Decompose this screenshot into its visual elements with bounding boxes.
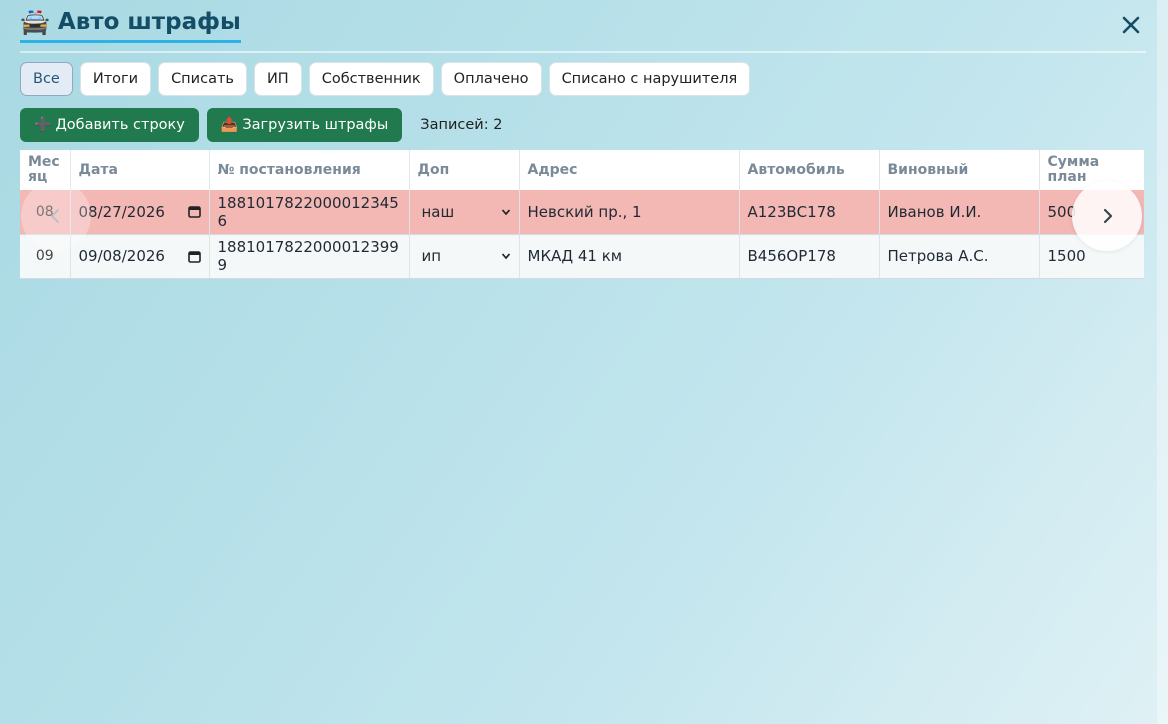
tab-totals[interactable]: Итоги [79,62,152,96]
extra-select-value: ип [421,247,442,265]
cell-date[interactable]: 09/08/2026 [70,234,210,279]
column-header-culprit[interactable]: Виновный [879,150,1040,190]
date-value: 08/27/2026 [78,202,165,221]
cell-address[interactable]: МКАД 41 км [519,234,740,279]
add-row-button[interactable]: ➕ Добавить строку [20,108,199,142]
toolbar: ➕ Добавить строку 📤 Загрузить штрафы Зап… [20,108,502,142]
resolution-number: 18810178220000123456 [217,193,399,230]
plus-icon: ➕ [34,117,52,133]
title-block: 🚔 Авто штрафы [20,8,241,43]
table-row[interactable]: 08 08/27/2026 18810178220000123456 наш Н… [20,190,1144,235]
extra-select-value: наш [421,202,455,221]
cell-number[interactable]: 18810178220000123456 [209,190,410,235]
cell-number[interactable]: 18810178220000123999 [209,234,410,279]
chevron-left-icon [51,209,59,223]
cell-car[interactable]: А123ВС178 [739,190,880,235]
tab-owner[interactable]: Собственник [308,62,434,96]
scrollbar-track[interactable] [1157,0,1168,724]
tab-all[interactable]: Все [20,62,73,96]
extra-select[interactable]: ип [418,247,511,265]
chevron-down-icon [501,209,510,216]
table-header-row: Мес яц Дата № постановления Доп Адрес Ав… [20,150,1144,190]
column-header-car[interactable]: Автомобиль [739,150,880,190]
cell-extra[interactable]: ип [409,234,520,279]
tab-written-off-violator[interactable]: Списано с нарушителя [548,62,751,96]
scroll-left-button[interactable] [21,181,91,251]
chevron-right-icon [1103,208,1113,224]
fines-table: Мес яц Дата № постановления Доп Адрес Ав… [20,150,1144,279]
tab-write-off[interactable]: Списать [158,62,247,96]
records-count: Записей: 2 [420,117,503,133]
resolution-number: 18810178220000123999 [217,238,399,274]
cell-car[interactable]: В456ОР178 [739,234,880,279]
column-header-address[interactable]: Адрес [519,150,740,190]
chevron-down-icon [501,253,510,260]
tab-ip[interactable]: ИП [253,62,302,96]
page-title: Авто штрафы [57,9,241,35]
calendar-icon[interactable] [187,205,201,219]
header-divider [20,51,1146,53]
police-car-icon: 🚔 [20,8,50,36]
cell-culprit[interactable]: Иванов И.И. [879,190,1040,235]
date-value: 09/08/2026 [78,247,165,265]
modal-header: 🚔 Авто штрафы [20,8,1146,52]
cell-culprit[interactable]: Петрова А.С. [879,234,1040,279]
upload-fines-button[interactable]: 📤 Загрузить штрафы [206,108,403,142]
cell-extra[interactable]: наш [409,190,520,235]
extra-select[interactable]: наш [418,203,511,221]
calendar-icon[interactable] [187,250,201,263]
fines-table-container[interactable]: Мес яц Дата № постановления Доп Адрес Ав… [20,150,1144,280]
cell-address[interactable]: Невский пр., 1 [519,190,740,235]
table-row[interactable]: 09 09/08/2026 18810178220000123999 ип МК… [20,234,1144,279]
column-header-number[interactable]: № постановления [209,150,410,190]
add-row-label: Добавить строку [55,117,185,133]
upload-icon: 📤 [220,117,239,133]
upload-fines-label: Загрузить штрафы [242,117,389,133]
column-header-extra[interactable]: Доп [409,150,520,190]
column-header-date[interactable]: Дата [70,150,210,190]
close-icon [1122,16,1140,34]
filter-tabs: Все Итоги Списать ИП Собственник Оплачен… [20,62,751,96]
tab-paid[interactable]: Оплачено [440,62,542,96]
close-button[interactable] [1120,14,1142,36]
scroll-right-button[interactable] [1072,181,1142,251]
